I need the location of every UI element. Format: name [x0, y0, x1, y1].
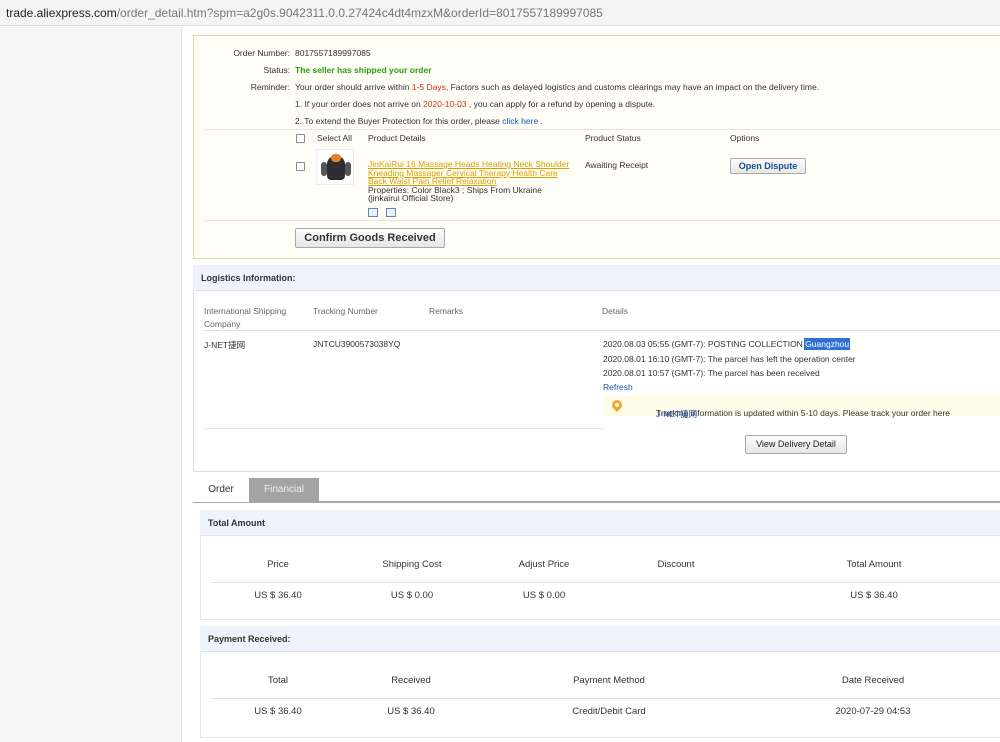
url-text[interactable]: trade.aliexpress.com/order_detail.htm?sp… — [6, 6, 603, 20]
tracking-notice: Tracking information is updated within 5… — [604, 396, 1000, 419]
refresh-link[interactable]: Refresh — [603, 382, 633, 392]
location-pin-icon — [609, 397, 625, 413]
date-received-value: 2020-07-29 04:53 — [835, 706, 911, 717]
reminder-days: 1-5 Days — [411, 82, 446, 92]
snapshot-icon[interactable] — [368, 208, 378, 217]
shipping-cost-header: Shipping Cost — [382, 559, 442, 570]
refund-date: 2020-10-03 — [423, 99, 467, 109]
left-gutter — [0, 27, 182, 742]
order-number: 8017557189997085 — [295, 48, 371, 58]
logistics-panel — [193, 265, 1000, 472]
divider — [204, 428, 604, 429]
received-header: Received — [391, 675, 431, 686]
tracking-event-text: 2020.08.03 05:55 (GMT-7): POSTING COLLEC… — [603, 339, 806, 349]
status-label: Status: — [263, 65, 290, 75]
product-status: Awaiting Receipt — [585, 160, 649, 170]
protection-note-post: . — [538, 116, 543, 126]
payment-received-heading: Payment Received: — [208, 634, 291, 644]
confirm-goods-received-button[interactable]: Confirm Goods Received — [295, 228, 445, 248]
logistics-header: Logistics Information: — [193, 265, 1000, 291]
reminder-post: , Factors such as delayed logistics and … — [445, 82, 820, 92]
divider — [204, 220, 1000, 221]
order-status: The seller has shipped your order — [295, 65, 432, 75]
total-amount-value: US $ 36.40 — [850, 590, 898, 601]
protection-note: 2. To extend the Buyer Protection for th… — [295, 116, 543, 126]
shipping-company-header-2: Company — [204, 319, 241, 329]
product-store: (jinkairui Official Store) — [368, 193, 454, 203]
reminder-label: Reminder: — [250, 82, 290, 92]
divider — [204, 330, 1000, 331]
details-header: Details — [602, 306, 628, 316]
tab-order[interactable]: Order — [193, 478, 249, 502]
tracking-notice-pre: Tracking information is updated within 5… — [656, 408, 951, 418]
select-all-checkbox[interactable] — [296, 134, 305, 143]
url-path: /order_detail.htm?spm=a2g0s.9042311.0.0.… — [116, 6, 603, 20]
tab-financial[interactable]: Financial — [249, 478, 319, 502]
selected-text-guangzhou: Guangzhou — [804, 338, 851, 350]
reminder-pre: Your order should arrive within — [295, 82, 412, 92]
divider — [204, 129, 1000, 130]
product-details-header: Product Details — [368, 133, 426, 143]
total-amount-col-header: Total Amount — [846, 559, 902, 570]
product-title-link[interactable]: JinKaiRui 16 Massage Heads Heating Neck … — [368, 160, 573, 186]
total-amount-heading: Total Amount — [208, 518, 265, 528]
total-amount-header: Total Amount — [200, 510, 1000, 536]
total-header: Total — [267, 675, 289, 686]
tracking-event: 2020.08.03 05:55 (GMT-7): POSTING COLLEC… — [603, 338, 851, 350]
detail-tabs: Order Financial — [193, 478, 1000, 503]
remarks-header: Remarks — [429, 306, 464, 316]
address-bar[interactable]: trade.aliexpress.com/order_detail.htm?sp… — [0, 0, 1000, 26]
open-dispute-button[interactable]: Open Dispute — [730, 158, 806, 174]
tracking-event: 2020.08.01 10:57 (GMT-7): The parcel has… — [603, 368, 820, 378]
order-number-label: Order Number: — [233, 48, 290, 58]
tracking-number-header: Tracking Number — [313, 306, 378, 316]
payment-method-value: Credit/Debit Card — [572, 706, 646, 717]
adjust-price-header: Adjust Price — [518, 559, 570, 570]
contact-seller-icon[interactable] — [386, 208, 396, 217]
tracking-number: JNTCU3900573038YQ — [313, 339, 401, 349]
logistics-heading: Logistics Information: — [201, 273, 296, 283]
payment-method-header: Payment Method — [573, 675, 645, 686]
received-value: US $ 36.40 — [387, 706, 435, 717]
divider — [212, 698, 1000, 699]
options-header: Options — [730, 133, 760, 143]
price-value: US $ 36.40 — [254, 590, 302, 601]
view-delivery-detail-button[interactable]: View Delivery Detail — [745, 435, 847, 454]
shipping-cost-value: US $ 0.00 — [390, 590, 434, 601]
click-here-link[interactable]: click here — [502, 116, 538, 126]
price-header: Price — [267, 559, 289, 570]
shipping-company-header: International Shipping — [204, 306, 287, 316]
product-thumbnail[interactable] — [316, 149, 354, 185]
payment-received-header: Payment Received: — [200, 626, 1000, 652]
protection-note-pre: 2. To extend the Buyer Protection for th… — [295, 116, 503, 126]
url-host: trade.aliexpress.com — [6, 6, 117, 20]
select-all-label: Select All — [317, 133, 352, 143]
tracking-event: 2020.08.01 16:10 (GMT-7): The parcel has… — [603, 354, 856, 364]
reminder-text: Your order should arrive within 1-5 Days… — [295, 82, 819, 92]
shipping-company: J-NET捷网 — [204, 340, 246, 350]
carrier-link[interactable]: J-NET捷网 — [656, 408, 697, 420]
product-status-header: Product Status — [585, 133, 641, 143]
divider — [212, 582, 1000, 583]
discount-header: Discount — [657, 559, 695, 570]
refund-note-pre: 1. If your order does not arrive on — [295, 99, 424, 109]
date-received-header: Date Received — [841, 675, 905, 686]
adjust-price-value: US $ 0.00 — [522, 590, 566, 601]
product-checkbox[interactable] — [296, 162, 305, 171]
refund-note: 1. If your order does not arrive on 2020… — [295, 99, 655, 109]
refund-note-post: , you can apply for a refund by opening … — [466, 99, 656, 109]
total-paid-value: US $ 36.40 — [254, 706, 302, 717]
